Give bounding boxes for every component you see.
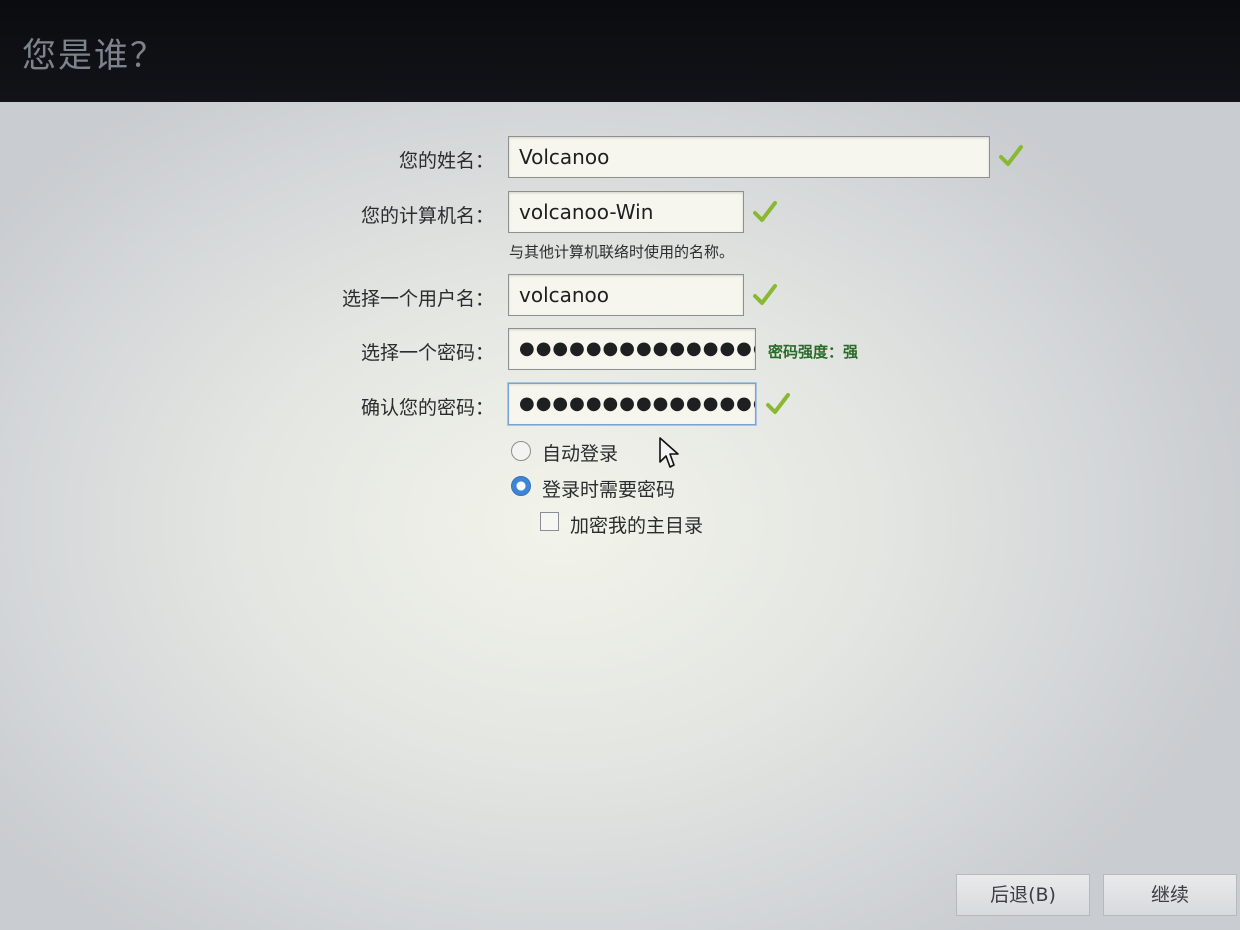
computer-name-hint: 与其他计算机联络时使用的名称。 — [509, 243, 735, 261]
encrypt-home-checkbox[interactable] — [540, 512, 559, 531]
confirm-password-value: ●●●●●●●●●●●●●●● — [519, 393, 756, 414]
computer-name-field[interactable]: volcanoo-Win — [508, 191, 744, 233]
name-field[interactable]: Volcanoo — [508, 136, 990, 178]
password-field[interactable]: ●●●●●●●●●●●●●●● — [508, 328, 756, 370]
password-label: 选择一个密码： — [360, 342, 494, 364]
computer-name-label: 您的计算机名： — [360, 205, 494, 227]
continue-button[interactable]: 继续 — [1103, 874, 1237, 916]
back-button[interactable]: 后退(B) — [956, 874, 1090, 916]
require-password-label[interactable]: 登录时需要密码 — [542, 475, 675, 502]
title-bar: 您是谁？ — [0, 0, 1240, 102]
confirm-password-valid-check-icon — [766, 393, 790, 414]
encrypt-home-label[interactable]: 加密我的主目录 — [570, 511, 703, 538]
auto-login-radio[interactable] — [511, 441, 531, 461]
confirm-password-label: 确认您的密码： — [360, 397, 494, 419]
mouse-pointer-icon — [659, 437, 679, 468]
page-title: 您是谁？ — [22, 36, 166, 76]
username-valid-check-icon — [753, 284, 777, 305]
name-label: 您的姓名： — [398, 150, 494, 172]
username-field[interactable]: volcanoo — [508, 274, 744, 316]
name-valid-check-icon — [999, 145, 1023, 166]
username-label: 选择一个用户名： — [341, 288, 494, 310]
auto-login-label[interactable]: 自动登录 — [542, 439, 618, 466]
confirm-password-field[interactable]: ●●●●●●●●●●●●●●● — [508, 383, 756, 425]
require-password-radio[interactable] — [511, 476, 531, 496]
computer-name-valid-check-icon — [753, 201, 777, 222]
password-strength: 密码强度：强 — [768, 343, 859, 361]
